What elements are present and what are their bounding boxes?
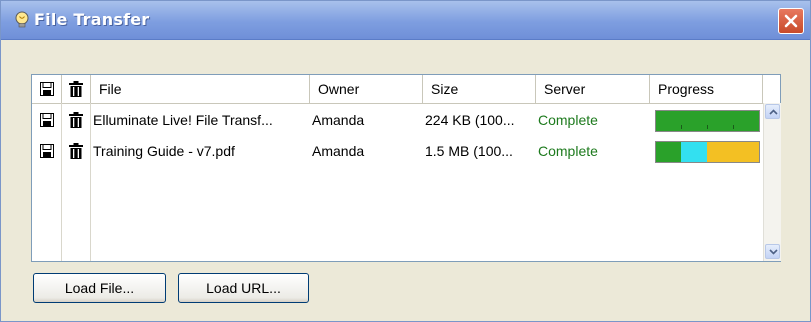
scroll-down-button[interactable] [765,244,780,259]
progress-segment [681,142,707,162]
progress-tick [681,125,682,129]
chevron-down-icon [769,249,778,255]
progress-tick [733,125,734,129]
lightbulb-icon [13,11,31,29]
header-server[interactable]: Server [536,75,650,103]
header-progress[interactable]: Progress [650,75,763,103]
file-name: Training Guide - v7.pdf [93,143,235,159]
close-icon [784,14,798,28]
file-name: Elluminate Live! File Transf... [93,112,273,128]
close-button[interactable] [778,8,804,34]
scroll-up-button[interactable] [765,104,780,119]
file-size: 224 KB (100... [425,112,515,128]
floppy-disk-icon [40,82,54,96]
table-row[interactable]: Elluminate Live! File Transf... Amanda 2… [32,105,780,135]
progress-bar [655,110,760,132]
file-size: 1.5 MB (100... [425,143,513,159]
owner-name: Amanda [312,143,365,159]
server-status: Complete [538,112,598,128]
trash-can-icon[interactable] [69,143,83,159]
file-transfer-window: File Transfer File Owner Size Server Pro… [0,0,811,322]
owner-name: Amanda [312,112,365,128]
floppy-disk-icon[interactable] [40,113,54,127]
chevron-up-icon [769,109,778,115]
title-bar[interactable]: File Transfer [1,1,810,40]
load-url-button[interactable]: Load URL... [178,273,309,303]
progress-segment [656,142,681,162]
floppy-disk-icon[interactable] [40,144,54,158]
list-header: File Owner Size Server Progress [32,75,780,104]
file-list[interactable]: File Owner Size Server Progress Ellumina… [31,74,781,262]
trash-can-icon[interactable] [69,112,83,128]
load-file-button[interactable]: Load File... [33,273,166,303]
server-status: Complete [538,143,598,159]
progress-bar [655,141,760,163]
window-title: File Transfer [34,10,150,29]
header-delete-column[interactable] [62,75,91,103]
header-file[interactable]: File [91,75,310,103]
header-owner[interactable]: Owner [310,75,423,103]
header-size[interactable]: Size [423,75,536,103]
trash-can-icon [69,81,83,97]
vertical-scrollbar[interactable] [763,103,781,261]
header-save-column[interactable] [32,75,62,103]
table-row[interactable]: Training Guide - v7.pdf Amanda 1.5 MB (1… [32,136,780,166]
progress-segment [707,142,759,162]
progress-tick [707,125,708,129]
